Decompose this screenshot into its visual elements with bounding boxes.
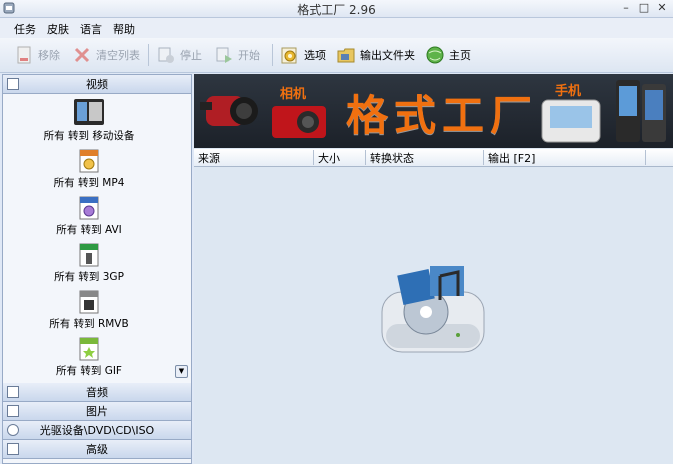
- scroll-down-button[interactable]: ▼: [175, 365, 188, 378]
- banner-title: 格式工厂: [346, 91, 539, 140]
- category-video[interactable]: 视频: [3, 75, 191, 94]
- avi-icon: [79, 196, 99, 220]
- video-category-icon: [7, 78, 19, 90]
- mobile-device-icon: [74, 99, 104, 125]
- clear-list-button[interactable]: 清空列表: [72, 43, 140, 67]
- menu-language[interactable]: 语言: [80, 21, 102, 37]
- camera-icon: [272, 106, 326, 138]
- remove-doc-icon: [17, 46, 31, 64]
- disc-icon: [7, 424, 19, 436]
- task-list[interactable]: [194, 167, 673, 464]
- home-button[interactable]: 主页: [425, 43, 471, 67]
- smartphone-icon: [616, 80, 666, 142]
- sidebar: 视频 所有 转到 移动设备 所有 转到 MP4 所有 转到 AVI 所有 转到 …: [2, 74, 192, 464]
- options-button[interactable]: 选项: [280, 43, 326, 67]
- maximize-button[interactable]: □: [636, 1, 652, 15]
- phone-label: 手机: [555, 84, 582, 99]
- advanced-category-icon: [7, 443, 19, 455]
- menu-help[interactable]: 帮助: [113, 21, 135, 37]
- gif-icon: [79, 337, 99, 361]
- title-bar: 格式工厂 2.96 – □ ✕: [0, 0, 673, 18]
- convert-rmvb[interactable]: 所有 转到 RMVB: [3, 289, 175, 331]
- column-status[interactable]: 转换状态: [366, 150, 484, 165]
- camcorder-icon: [200, 96, 258, 126]
- rmvb-icon: [79, 290, 99, 314]
- format-factory-logo: [381, 266, 485, 353]
- minimize-button[interactable]: –: [618, 1, 634, 15]
- category-rom[interactable]: 光驱设备\DVD\CD\ISO: [3, 421, 191, 440]
- mp4-icon: [79, 149, 99, 173]
- toolbar: 移除 清空列表 停止 开始 选项 输出文件夹 主页: [0, 38, 673, 73]
- audio-category-icon: [7, 386, 19, 398]
- menu-task[interactable]: 任务: [14, 21, 36, 37]
- window-title: 格式工厂 2.96: [297, 3, 376, 17]
- camera-label: 相机: [280, 87, 307, 102]
- clear-x-icon: [74, 47, 90, 63]
- remove-button[interactable]: 移除: [14, 43, 60, 67]
- column-output[interactable]: 输出 [F2]: [484, 150, 646, 165]
- start-icon: [216, 47, 232, 63]
- convert-avi[interactable]: 所有 转到 AVI: [3, 195, 175, 237]
- menu-skin[interactable]: 皮肤: [47, 21, 69, 37]
- menu-bar: 任务 皮肤 语言 帮助: [0, 18, 673, 38]
- globe-icon: [426, 46, 444, 64]
- toolbar-separator: [272, 44, 273, 66]
- gear-icon: [281, 47, 297, 64]
- banner: 相机 格式工厂 手机: [194, 74, 673, 148]
- close-button[interactable]: ✕: [654, 1, 670, 15]
- stop-icon: [158, 47, 174, 63]
- category-advanced[interactable]: 高级: [3, 440, 191, 459]
- convert-3gp[interactable]: 所有 转到 3GP: [3, 242, 175, 284]
- slider-phone-icon: [541, 99, 601, 143]
- task-table-header: 来源 大小 转换状态 输出 [F2]: [194, 149, 673, 167]
- stop-button[interactable]: 停止: [156, 43, 202, 67]
- category-audio[interactable]: 音频: [3, 383, 191, 402]
- column-source[interactable]: 来源: [194, 150, 314, 165]
- image-category-icon: [7, 405, 19, 417]
- column-size[interactable]: 大小: [314, 150, 366, 165]
- folder-icon: [337, 48, 355, 63]
- convert-mp4[interactable]: 所有 转到 MP4: [3, 148, 175, 190]
- category-image[interactable]: 图片: [3, 402, 191, 421]
- 3gp-icon: [79, 243, 99, 267]
- start-button[interactable]: 开始: [214, 43, 260, 67]
- toolbar-separator: [148, 44, 149, 66]
- output-folder-button[interactable]: 输出文件夹: [336, 43, 415, 67]
- convert-mobile-device[interactable]: 所有 转到 移动设备: [3, 97, 175, 143]
- convert-gif[interactable]: 所有 转到 GIF: [3, 336, 175, 378]
- main-panel: 相机 格式工厂 手机 来源 大小 转换状态 输出 [F2]: [194, 74, 673, 464]
